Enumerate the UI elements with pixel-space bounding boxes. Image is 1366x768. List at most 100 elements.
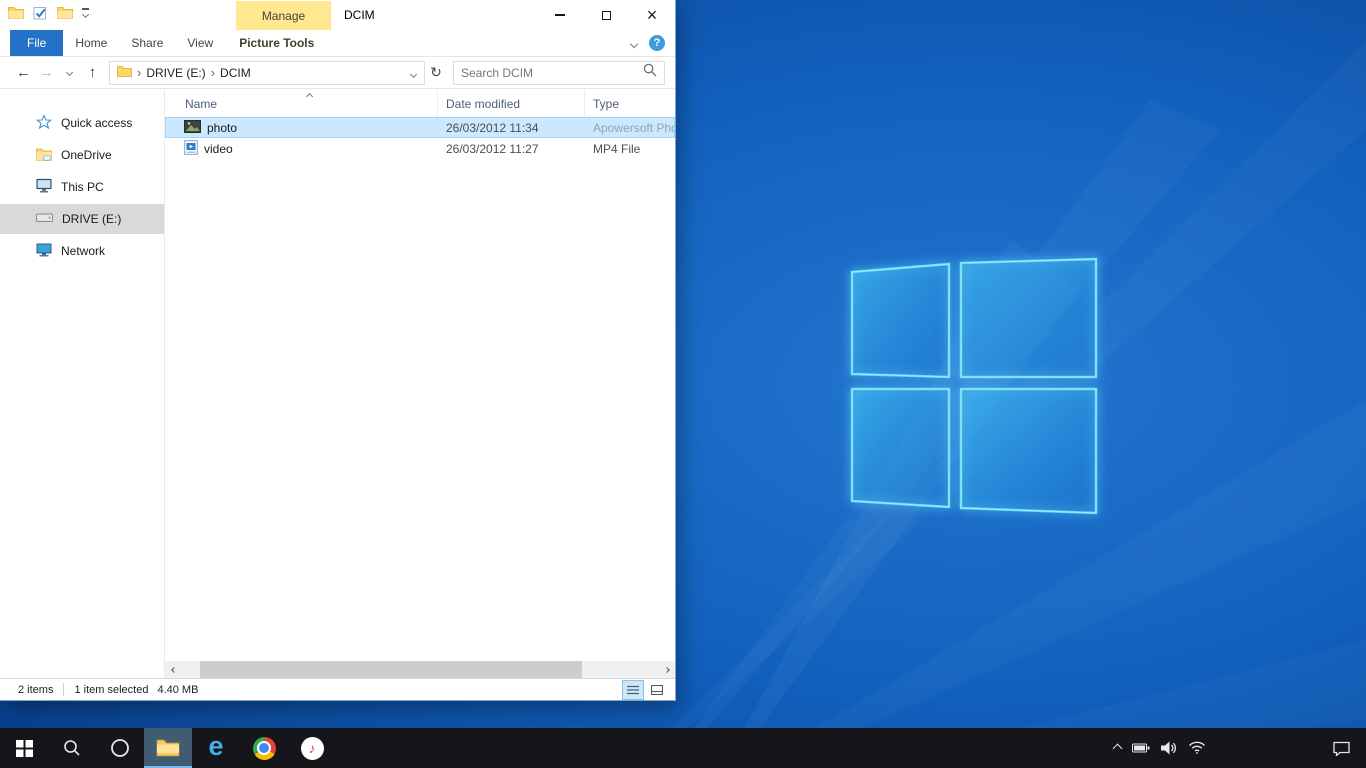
sidebar-item-label: This PC — [61, 180, 104, 194]
sidebar-item-network[interactable]: Network — [0, 236, 164, 266]
sidebar-item-onedrive[interactable]: OneDrive — [0, 140, 164, 170]
sidebar-item-quick-access[interactable]: Quick access — [0, 108, 164, 138]
up-button[interactable]: ↑ — [81, 64, 104, 81]
large-icons-view-button[interactable] — [647, 681, 667, 699]
tab-file[interactable]: File — [10, 30, 63, 56]
chrome-taskbar-button[interactable] — [240, 728, 288, 768]
battery-icon[interactable] — [1132, 742, 1150, 754]
qat-customize-caret-icon[interactable] — [82, 8, 89, 16]
breadcrumb-dcim[interactable]: DCIM — [220, 66, 251, 80]
file-date-cell: 26/03/2012 11:34 — [438, 121, 585, 135]
file-explorer-taskbar-button[interactable] — [144, 728, 192, 768]
scrollbar-thumb[interactable] — [200, 661, 582, 678]
search-box — [453, 61, 665, 85]
sidebar-item-label: Quick access — [61, 116, 132, 130]
items-count: 2 items — [18, 684, 53, 696]
file-name: video — [204, 142, 233, 156]
selection-count: 1 item selected — [74, 684, 148, 696]
tab-picture-tools[interactable]: Picture Tools — [225, 30, 328, 56]
scroll-left-icon[interactable] — [165, 661, 182, 678]
scrollbar-track[interactable] — [182, 661, 658, 678]
sort-ascending-icon — [306, 93, 313, 100]
view-toggles — [623, 681, 667, 699]
tab-home[interactable]: Home — [63, 30, 119, 56]
cortana-button[interactable] — [96, 728, 144, 768]
navigation-pane: Quick access OneDrive This PC — [0, 90, 165, 678]
taskbar-search-button[interactable] — [48, 728, 96, 768]
start-button[interactable] — [0, 728, 48, 768]
file-date-cell: 26/03/2012 11:27 — [438, 142, 585, 156]
back-button[interactable]: ← — [12, 64, 35, 81]
details-view-button[interactable] — [623, 681, 643, 699]
forward-button[interactable]: → — [35, 64, 58, 81]
ribbon-collapse-icon[interactable] — [631, 34, 637, 52]
file-name-cell: video — [165, 140, 438, 158]
file-type-cell: MP4 File — [585, 142, 675, 156]
folder-icon — [156, 737, 180, 757]
qat-properties-check-icon[interactable] — [33, 5, 48, 20]
titlebar[interactable]: Manage DCIM × — [0, 0, 675, 30]
edge-icon: e — [208, 733, 223, 760]
cortana-ring-icon — [110, 738, 130, 758]
window-controls: × — [537, 0, 675, 30]
sidebar-item-label: Network — [61, 244, 105, 258]
sidebar-item-drive-e[interactable]: DRIVE (E:) — [0, 204, 164, 234]
system-tray — [1114, 741, 1206, 755]
itunes-taskbar-button[interactable]: ♪ — [288, 728, 336, 768]
video-file-icon — [184, 140, 198, 158]
status-bar: 2 items 1 item selected 4.40 MB — [0, 678, 675, 700]
photo-thumbnail-icon — [184, 120, 201, 136]
file-type-cell: Apowersoft Pho — [585, 121, 675, 135]
refresh-icon[interactable]: ↻ — [425, 64, 447, 81]
search-icon[interactable] — [643, 63, 657, 82]
onedrive-cloud-folder-icon — [36, 147, 52, 164]
address-dropdown-icon[interactable] — [407, 66, 420, 80]
qat-new-folder-icon[interactable] — [57, 6, 73, 19]
itunes-icon: ♪ — [301, 737, 324, 760]
scroll-right-icon[interactable] — [658, 661, 675, 678]
address-bar-row: ← → ↑ › DRIVE (E:) › DCIM ↻ — [0, 57, 675, 89]
windows-logo-icon — [16, 740, 33, 757]
chrome-icon — [253, 737, 276, 760]
sidebar-item-this-pc[interactable]: This PC — [0, 172, 164, 202]
column-header-type[interactable]: Type — [585, 90, 675, 117]
tab-view[interactable]: View — [175, 30, 225, 56]
status-divider — [63, 683, 64, 696]
column-header-name[interactable]: Name — [165, 90, 438, 117]
file-name-cell: photo — [165, 120, 438, 136]
wifi-icon[interactable] — [1188, 741, 1206, 755]
ribbon-tab-row: File Home Share View Picture Tools ? — [0, 30, 675, 57]
drive-icon — [36, 212, 53, 226]
star-icon — [36, 114, 52, 133]
tab-share[interactable]: Share — [119, 30, 175, 56]
file-row-photo[interactable]: photo 26/03/2012 11:34 Apowersoft Pho — [165, 117, 675, 138]
minimize-button[interactable] — [537, 0, 583, 30]
address-box[interactable]: › DRIVE (E:) › DCIM — [109, 61, 425, 85]
volume-icon[interactable] — [1161, 741, 1177, 755]
horizontal-scrollbar[interactable] — [165, 661, 675, 678]
qat-explorer-folder-icon[interactable] — [8, 6, 24, 19]
file-row-video[interactable]: video 26/03/2012 11:27 MP4 File — [165, 138, 675, 159]
search-input[interactable] — [461, 66, 643, 80]
sidebar-item-label: OneDrive — [61, 148, 112, 162]
breadcrumb-drive[interactable]: DRIVE (E:) — [146, 66, 205, 80]
file-list-pane: Name Date modified Type photo 26/03/2012… — [165, 90, 675, 678]
maximize-button[interactable] — [583, 0, 629, 30]
explorer-window: Manage DCIM × File Home Share View Pictu… — [0, 0, 675, 700]
breadcrumb-separator-icon: › — [211, 65, 215, 80]
recent-locations-caret-icon[interactable] — [58, 70, 81, 75]
edge-taskbar-button[interactable]: e — [192, 728, 240, 768]
column-header-date-modified[interactable]: Date modified — [438, 90, 585, 117]
close-button[interactable]: × — [629, 0, 675, 30]
breadcrumb-separator-icon: › — [137, 65, 141, 80]
action-center-button[interactable] — [1318, 728, 1364, 768]
column-headers: Name Date modified Type — [165, 90, 675, 117]
contextual-tab-group-header[interactable]: Manage — [236, 1, 331, 30]
monitor-icon — [36, 178, 52, 196]
column-header-label: Name — [185, 97, 217, 111]
show-hidden-icons-chevron-icon[interactable] — [1114, 745, 1121, 752]
location-folder-icon — [117, 65, 132, 80]
window-body: Quick access OneDrive This PC — [0, 90, 675, 678]
taskbar: e ♪ — [0, 728, 1366, 768]
help-icon[interactable]: ? — [649, 35, 665, 51]
